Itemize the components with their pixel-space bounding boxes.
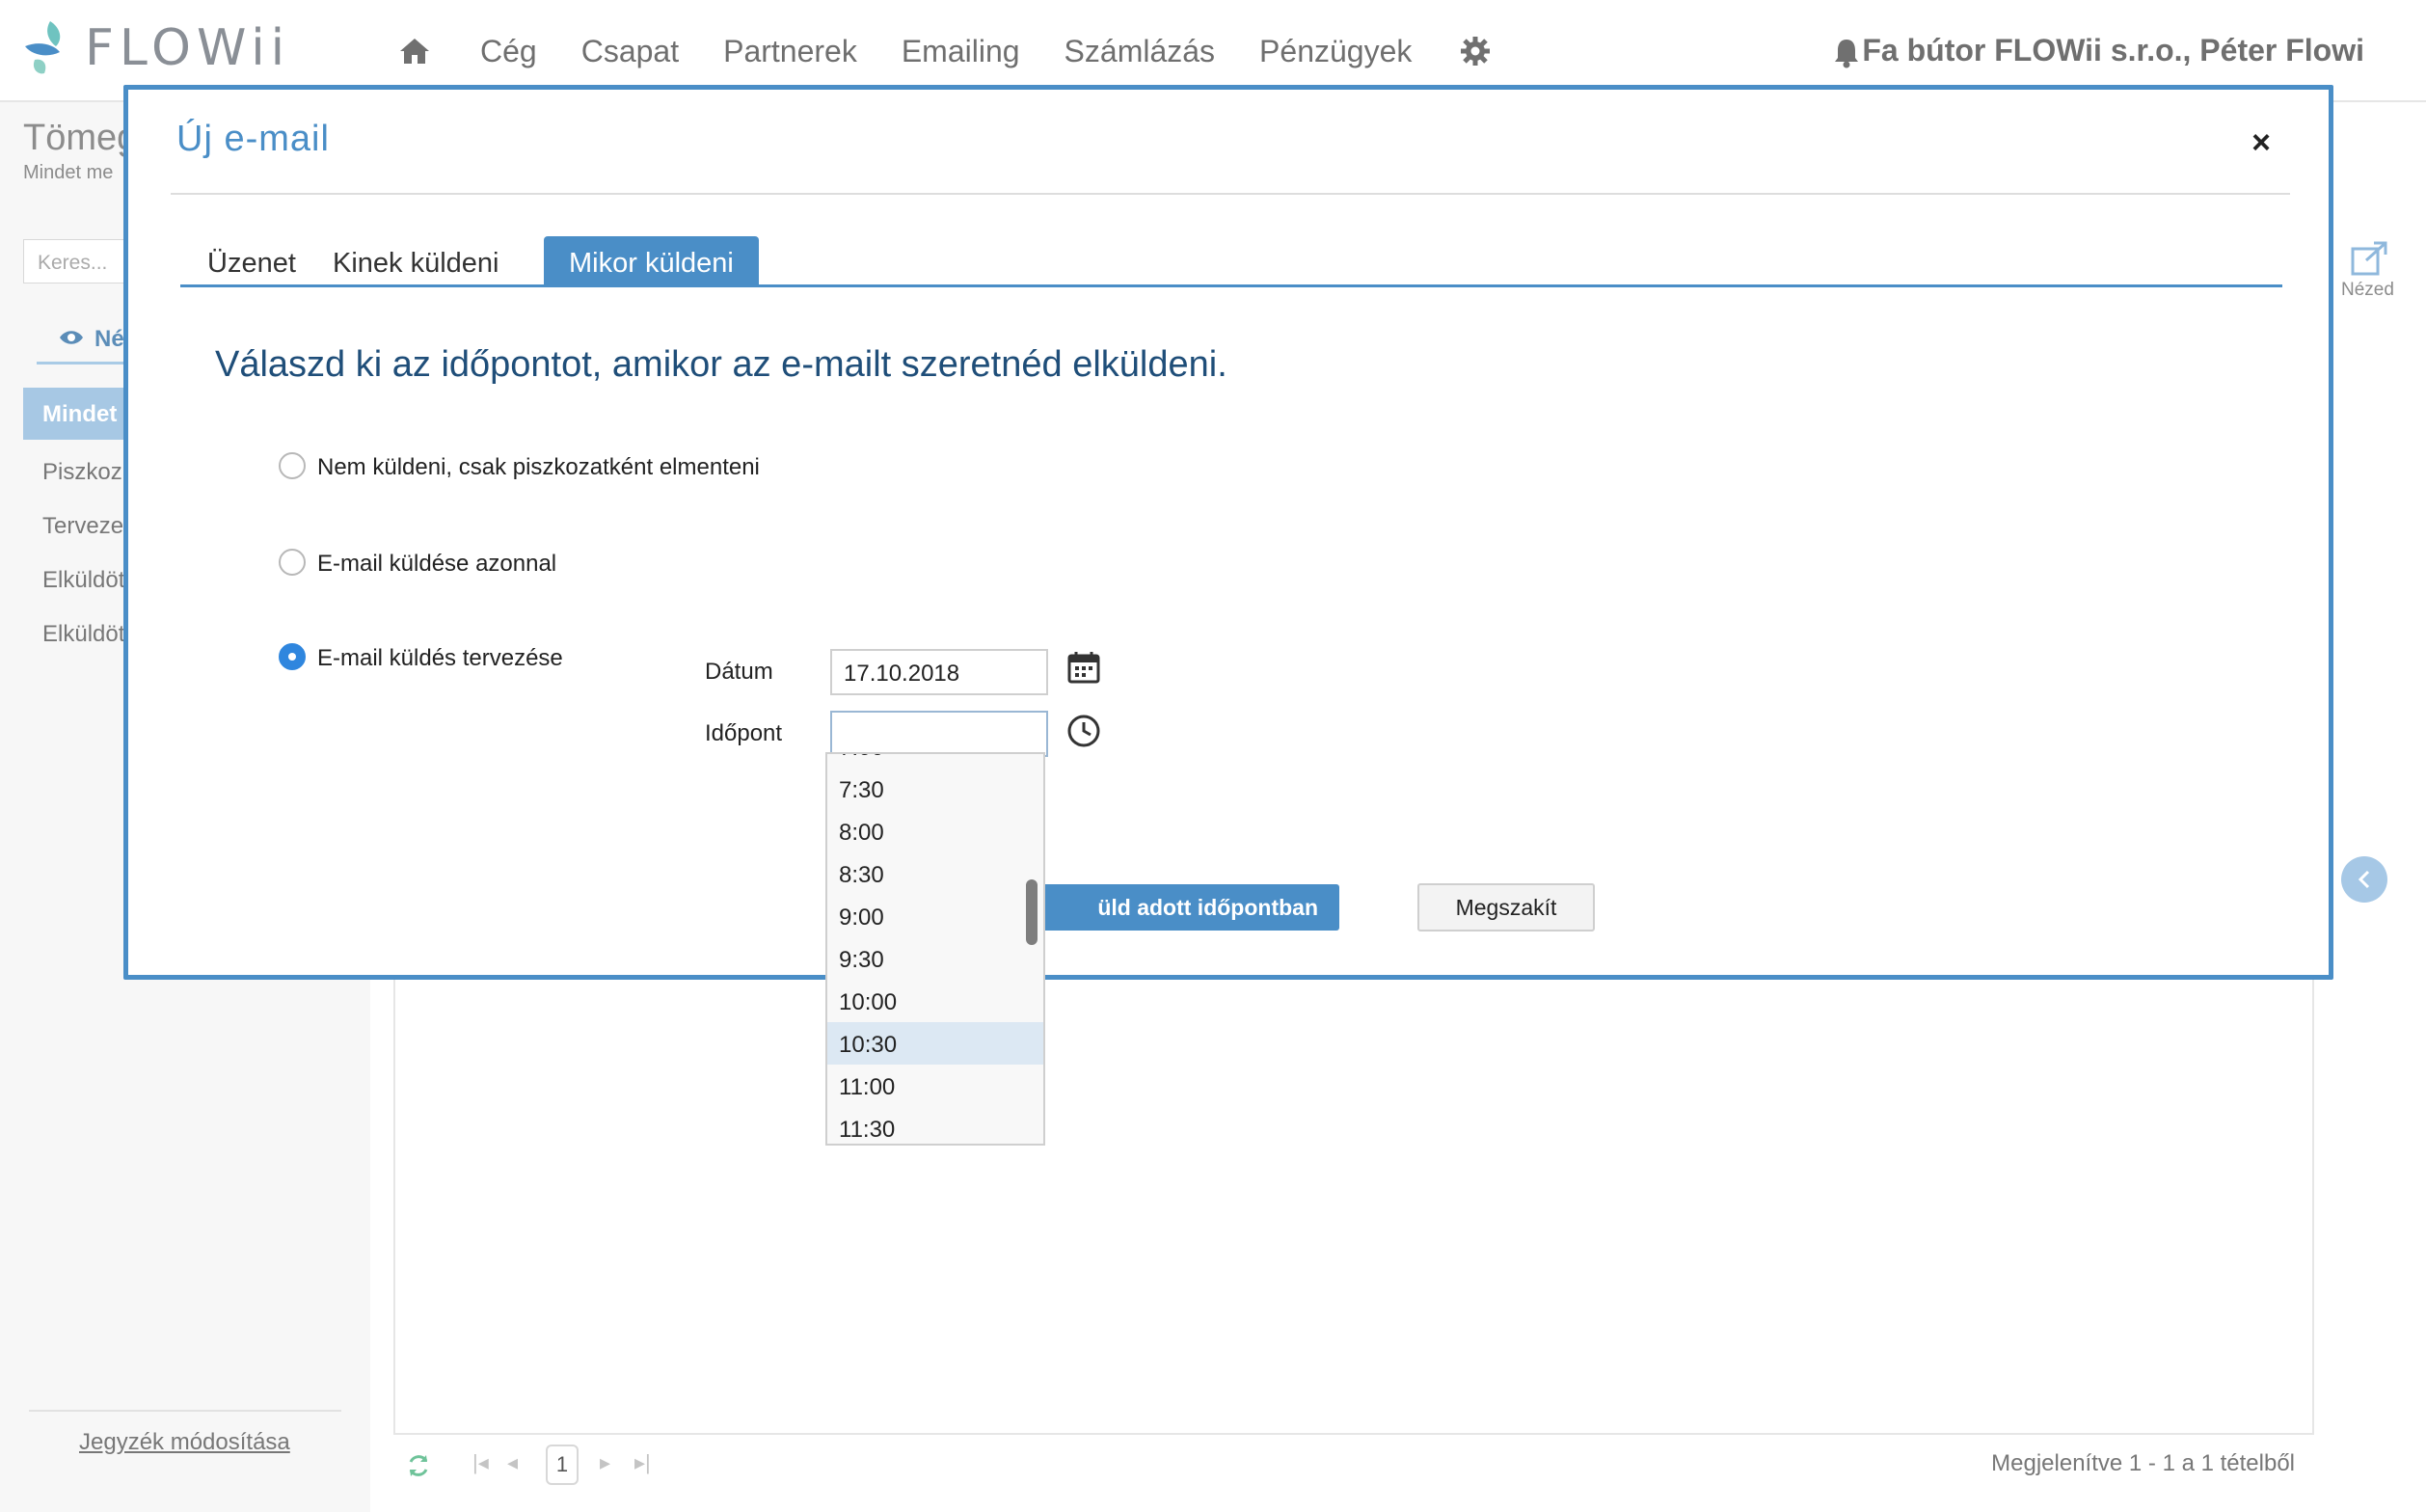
logo-text: FLOWii	[85, 19, 291, 77]
last-page-icon[interactable]: ▸|	[634, 1450, 651, 1475]
time-option[interactable]: 8:30	[827, 852, 1043, 895]
home-icon[interactable]	[395, 32, 434, 70]
sidebar-divider	[29, 1410, 341, 1412]
next-page-icon[interactable]: ▸	[600, 1450, 610, 1475]
company-user-name[interactable]: Fa bútor FLOWii s.r.o., Péter Flowi	[1862, 33, 2364, 68]
filter-item[interactable]: Piszkoz	[42, 459, 122, 486]
chevron-left-icon	[2358, 870, 2370, 889]
time-option[interactable]: 7:30	[827, 768, 1043, 810]
filter-item[interactable]: Elküldöt	[42, 621, 124, 648]
clock-icon[interactable]	[1065, 713, 1102, 749]
time-label: Időpont	[705, 720, 783, 746]
tab-when-to-send[interactable]: Mikor küldeni	[544, 236, 759, 286]
modal-divider	[171, 193, 2290, 195]
filter-item[interactable]: Elküldöt	[42, 567, 124, 594]
new-email-modal: Új e-mail × Üzenet Kinek küldeni Mikor k…	[123, 85, 2333, 980]
cancel-button[interactable]: Megszakít	[1417, 883, 1595, 932]
nav-ceg[interactable]: Cég	[480, 34, 537, 69]
view-tab-label: Né	[94, 326, 124, 352]
logo-drops-icon	[25, 21, 61, 74]
radio-schedule[interactable]	[279, 643, 306, 670]
time-option-highlighted[interactable]: 10:30	[827, 1022, 1043, 1065]
radio-schedule-label[interactable]: E-mail küldés tervezése	[317, 645, 563, 672]
tabs-underline	[180, 284, 2282, 287]
modal-title: Új e-mail	[176, 119, 330, 159]
nav-partnerek[interactable]: Partnerek	[723, 34, 857, 69]
time-dropdown: 7:00 7:30 8:00 8:30 9:00 9:30 10:00 10:3…	[825, 752, 1045, 1146]
current-page[interactable]: 1	[546, 1444, 579, 1485]
refresh-icon[interactable]	[403, 1450, 434, 1481]
time-input[interactable]	[830, 711, 1048, 757]
time-option[interactable]: 7:00	[827, 754, 1043, 768]
nav-szamlazas[interactable]: Számlázás	[1065, 34, 1216, 69]
page-title: Tömeg	[23, 118, 138, 158]
collapse-panel-button[interactable]	[2341, 856, 2387, 903]
time-option[interactable]: 9:00	[827, 895, 1043, 937]
date-input[interactable]: 17.10.2018	[830, 649, 1048, 695]
preview-label: Nézed	[2341, 280, 2394, 300]
tab-message[interactable]: Üzenet	[182, 236, 321, 286]
external-link-icon[interactable]	[2349, 239, 2391, 278]
eye-icon	[60, 331, 83, 344]
nav-emailing[interactable]: Emailing	[902, 34, 1020, 69]
schedule-heading: Válaszd ki az időpontot, amikor az e-mai…	[215, 344, 1227, 385]
dropdown-scrollbar[interactable]	[1026, 879, 1038, 945]
calendar-icon[interactable]	[1065, 649, 1102, 686]
nav-penzugyek[interactable]: Pénzügyek	[1259, 34, 1412, 69]
pager-info: Megjelenítve 1 - 1 a 1 tételből	[1991, 1450, 2295, 1476]
date-label: Dátum	[705, 659, 773, 685]
first-page-icon[interactable]: |◂	[472, 1450, 489, 1475]
edit-list-link[interactable]: Jegyzék módosítása	[79, 1429, 290, 1456]
pagination: |◂ ◂ 1 ▸ ▸| Megjelenítve 1 - 1 a 1 tétel…	[393, 1441, 2314, 1491]
time-option[interactable]: 11:00	[827, 1065, 1043, 1107]
nav-csapat[interactable]: Csapat	[581, 34, 679, 69]
flowii-logo[interactable]: FLOWii	[21, 17, 284, 81]
prev-page-icon[interactable]: ◂	[507, 1450, 518, 1475]
email-table	[393, 974, 2314, 1435]
radio-send-now-label[interactable]: E-mail küldése azonnal	[317, 551, 556, 578]
time-option[interactable]: 9:30	[827, 937, 1043, 980]
filter-item[interactable]: Tervezet	[42, 513, 130, 540]
tab-recipients[interactable]: Kinek küldeni	[308, 236, 525, 286]
settings-gear-icon[interactable]	[1456, 32, 1495, 70]
radio-send-now[interactable]	[279, 549, 306, 576]
time-option[interactable]: 8:00	[827, 810, 1043, 852]
radio-save-draft-label[interactable]: Nem küldeni, csak piszkozatként elmenten…	[317, 454, 760, 481]
time-option[interactable]: 10:00	[827, 980, 1043, 1022]
send-scheduled-button[interactable]: üld adott időpontban	[1015, 884, 1339, 931]
page-subtitle: Mindet me	[23, 162, 114, 183]
time-option[interactable]: 11:30	[827, 1107, 1043, 1144]
close-icon[interactable]: ×	[2251, 124, 2271, 162]
radio-save-draft[interactable]	[279, 452, 306, 479]
